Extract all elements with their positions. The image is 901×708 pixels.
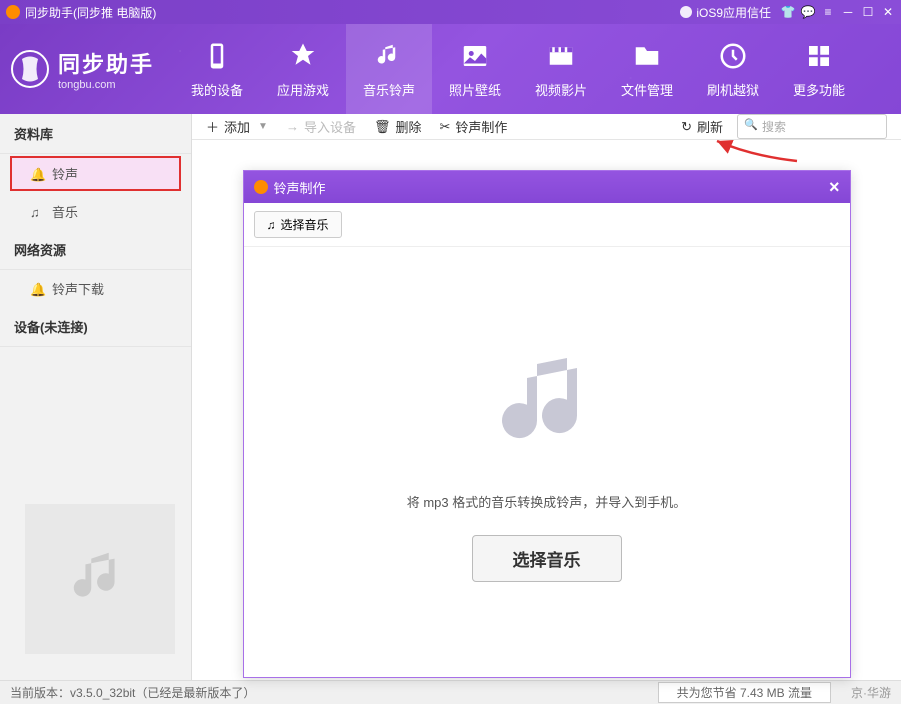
modal-title: 铃声制作 — [274, 178, 326, 197]
plus-icon: ＋ — [206, 117, 219, 136]
logo: 同步助手 tongbu.com — [10, 47, 154, 91]
nav-video[interactable]: 视频影片 — [518, 24, 604, 114]
feedback-icon[interactable]: 💬 — [801, 5, 815, 19]
sidebar-section-network: 网络资源 — [0, 230, 191, 270]
logo-mark-icon — [10, 49, 50, 89]
import-icon: → — [286, 119, 299, 134]
sidebar-section-library: 资料库 — [0, 114, 191, 154]
modal-close-button[interactable]: × — [829, 177, 840, 198]
nav-music[interactable]: 音乐铃声 — [346, 24, 432, 114]
music-note-icon: ♫ — [30, 205, 44, 219]
album-art-placeholder — [25, 504, 175, 654]
hint-text: 将 mp3 格式的音乐转换成铃声，并导入到手机。 — [407, 492, 687, 511]
nav-more[interactable]: 更多功能 — [776, 24, 862, 114]
video-icon — [545, 40, 577, 72]
sidebar-item-download[interactable]: 🔔 铃声下载 — [0, 270, 191, 307]
add-dropdown-icon[interactable]: ▼ — [258, 121, 268, 132]
titlebar: 同步助手(同步推 电脑版) iOS9应用信任 👕 💬 ≡ ─ ☐ ✕ — [0, 0, 901, 24]
info-icon — [680, 6, 692, 18]
main-content: ＋ 添加 ▼ → 导入设备 🗑 删除 ✂ 铃声制作 ↻ 刷新 — [192, 114, 901, 680]
refresh-button[interactable]: ↻ 刷新 — [681, 117, 723, 136]
nav-device[interactable]: 我的设备 — [174, 24, 260, 114]
modal-header: 铃声制作 × — [244, 171, 850, 203]
ringtone-icon: 🔔 — [30, 167, 44, 181]
sidebar: 资料库 🔔 铃声 ♫ 音乐 网络资源 🔔 铃声下载 设备(未连接) — [0, 114, 192, 680]
make-ringtone-button[interactable]: ✂ 铃声制作 — [439, 117, 507, 136]
modal-icon — [254, 180, 268, 194]
menu-icon[interactable]: ≡ — [821, 5, 835, 19]
annotation-arrow — [712, 136, 802, 171]
folder-icon — [631, 40, 663, 72]
music-icon — [373, 40, 405, 72]
select-music-big-button[interactable]: 选择音乐 — [472, 535, 622, 582]
nav-files[interactable]: 文件管理 — [604, 24, 690, 114]
logo-subtitle: tongbu.com — [58, 79, 154, 91]
maximize-button[interactable]: ☐ — [861, 5, 875, 19]
more-icon — [803, 40, 835, 72]
add-button[interactable]: ＋ 添加 — [206, 117, 250, 136]
ios-trust-link[interactable]: iOS9应用信任 — [680, 4, 771, 21]
ringtone-maker-modal: 铃声制作 × ♫ 选择音乐 将 mp3 格式的音乐转换成铃声，并导入到手机。 选… — [243, 170, 851, 678]
sidebar-item-music[interactable]: ♫ 音乐 — [0, 193, 191, 230]
nav-jailbreak[interactable]: 刷机越狱 — [690, 24, 776, 114]
shirt-icon[interactable]: 👕 — [781, 5, 795, 19]
close-button[interactable]: ✕ — [881, 5, 895, 19]
import-button[interactable]: → 导入设备 — [286, 117, 356, 136]
main-nav: 我的设备 应用游戏 音乐铃声 照片壁纸 视频影片 文件管理 刷机越狱 更多功能 — [174, 24, 862, 114]
app-title: 同步助手(同步推 电脑版) — [25, 4, 156, 21]
delete-button[interactable]: 🗑 删除 — [374, 117, 422, 136]
minimize-button[interactable]: ─ — [841, 5, 855, 19]
logo-title: 同步助手 — [58, 47, 154, 79]
refresh-icon: ↻ — [681, 119, 692, 135]
bell-icon: 🔔 — [30, 282, 44, 296]
nav-apps[interactable]: 应用游戏 — [260, 24, 346, 114]
app-icon — [6, 5, 20, 19]
cut-icon: ✂ — [439, 119, 450, 135]
trash-icon: 🗑 — [374, 119, 391, 135]
sidebar-section-device: 设备(未连接) — [0, 307, 191, 347]
apps-icon — [287, 40, 319, 72]
sidebar-item-ringtones[interactable]: 🔔 铃声 — [10, 156, 181, 191]
music-placeholder-icon — [487, 343, 607, 468]
nav-photos[interactable]: 照片壁纸 — [432, 24, 518, 114]
header: 同步助手 tongbu.com 我的设备 应用游戏 音乐铃声 照片壁纸 视频影片… — [0, 24, 901, 114]
photo-icon — [459, 40, 491, 72]
jailbreak-icon — [717, 40, 749, 72]
device-icon — [201, 40, 233, 72]
select-music-small-button[interactable]: ♫ 选择音乐 — [254, 211, 342, 238]
note-icon: ♫ — [267, 218, 276, 232]
